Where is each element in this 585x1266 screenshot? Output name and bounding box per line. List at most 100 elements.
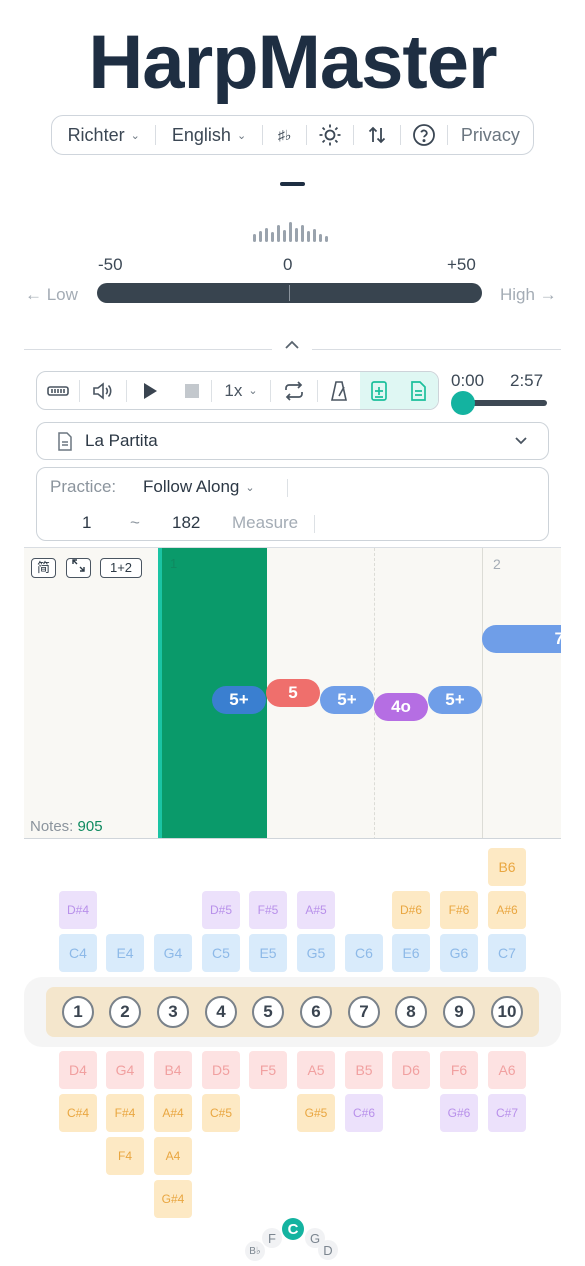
- roll-note: 5+: [428, 686, 482, 714]
- hole-8[interactable]: 8: [395, 996, 427, 1028]
- accidental-toggle[interactable]: ♯♭: [263, 116, 307, 154]
- hole-3[interactable]: 3: [157, 996, 189, 1028]
- chevron-down-icon: [515, 437, 527, 445]
- loop-button[interactable]: [271, 372, 317, 409]
- blow-bend-cell[interactable]: D#4: [59, 891, 97, 929]
- scale-mid: 0: [283, 255, 293, 274]
- practice-mode: Follow Along: [143, 477, 240, 496]
- sort-toggle[interactable]: [354, 116, 400, 154]
- key-option[interactable]: C: [282, 1218, 304, 1240]
- blow-note-cell[interactable]: C5: [202, 934, 240, 972]
- draw-note-cell[interactable]: F6: [440, 1051, 478, 1089]
- chevron-down-icon: ⌄: [236, 129, 247, 142]
- blow-note-cell[interactable]: G4: [154, 934, 192, 972]
- sheet-button[interactable]: [398, 372, 438, 409]
- draw-note-cell[interactable]: D4: [59, 1051, 97, 1089]
- blow-note-cell[interactable]: C4: [59, 934, 97, 972]
- draw-note-cell[interactable]: B4: [154, 1051, 192, 1089]
- hole-5[interactable]: 5: [252, 996, 284, 1028]
- help-button[interactable]: [401, 116, 447, 154]
- play-button[interactable]: [127, 372, 173, 409]
- blow-note-cell[interactable]: G6: [440, 934, 478, 972]
- hole-1[interactable]: 1: [62, 996, 94, 1028]
- draw-note-cell[interactable]: F5: [249, 1051, 287, 1089]
- draw-bend-cell[interactable]: A4: [154, 1137, 192, 1175]
- progress-knob[interactable]: [451, 391, 475, 415]
- stop-button[interactable]: [173, 372, 211, 409]
- language-select[interactable]: English ⌄: [156, 116, 261, 154]
- harmonica-view-button[interactable]: [37, 372, 79, 409]
- blow-bend-cell[interactable]: B6: [488, 848, 526, 886]
- blow-bend-cell[interactable]: D#5: [202, 891, 240, 929]
- draw-bend-cell[interactable]: C#7: [488, 1094, 526, 1132]
- measure-to-input[interactable]: 182: [172, 513, 200, 533]
- total-time: 2:57: [510, 371, 544, 390]
- player-toolbar: 1x ⌄: [36, 371, 439, 410]
- hole-7[interactable]: 7: [348, 996, 380, 1028]
- expand-button[interactable]: [66, 558, 91, 578]
- note-roll[interactable]: 简 1+2 1 2 5+ 5 5+ 4o 5+ 7 Notes: 905: [24, 547, 561, 839]
- draw-bend-cell[interactable]: G#6: [440, 1094, 478, 1132]
- draw-bend-cell[interactable]: G#5: [297, 1094, 335, 1132]
- help-icon: [412, 124, 435, 146]
- draw-note-cell[interactable]: D5: [202, 1051, 240, 1089]
- collapse-button[interactable]: [272, 336, 312, 362]
- draw-note-cell[interactable]: G4: [106, 1051, 144, 1089]
- key-option[interactable]: B♭: [245, 1241, 265, 1261]
- hole-10[interactable]: 10: [491, 996, 523, 1028]
- tuning-select[interactable]: Richter ⌄: [52, 116, 155, 154]
- play-icon: [144, 382, 157, 399]
- add-note-button[interactable]: [360, 372, 398, 409]
- draw-note-cell[interactable]: D6: [392, 1051, 430, 1089]
- metronome-icon: [331, 380, 347, 401]
- measure-number: 1: [170, 556, 178, 571]
- repeat-icon: [285, 380, 303, 401]
- volume-button[interactable]: [80, 372, 126, 409]
- practice-mode-select[interactable]: Follow Along ⌄: [143, 477, 255, 497]
- draw-note-cell[interactable]: A6: [488, 1051, 526, 1089]
- speed-select[interactable]: 1x ⌄: [212, 372, 270, 409]
- blow-note-cell[interactable]: C6: [345, 934, 383, 972]
- draw-bend-cell[interactable]: C#4: [59, 1094, 97, 1132]
- hole-6[interactable]: 6: [300, 996, 332, 1028]
- hole-9[interactable]: 9: [443, 996, 475, 1028]
- draw-bend-cell[interactable]: F#4: [106, 1094, 144, 1132]
- hole-4[interactable]: 4: [205, 996, 237, 1028]
- current-time: 0:00: [451, 371, 485, 390]
- blow-bend-cell[interactable]: F#6: [440, 891, 478, 929]
- language-label: English: [171, 124, 231, 145]
- roll-note: 4o: [374, 693, 428, 721]
- layout-toggle[interactable]: 1+2: [100, 558, 142, 578]
- draw-bend-cell[interactable]: G#4: [154, 1180, 192, 1218]
- draw-bend-cell[interactable]: C#6: [345, 1094, 383, 1132]
- blow-note-cell[interactable]: E4: [106, 934, 144, 972]
- key-option[interactable]: F: [262, 1228, 282, 1248]
- draw-bend-cell[interactable]: F4: [106, 1137, 144, 1175]
- blow-note-cell[interactable]: C7: [488, 934, 526, 972]
- blow-note-cell[interactable]: G5: [297, 934, 335, 972]
- blow-note-cell[interactable]: E5: [249, 934, 287, 972]
- blow-bend-cell[interactable]: D#6: [392, 891, 430, 929]
- book-plus-icon: [371, 380, 387, 401]
- blow-note-cell[interactable]: E6: [392, 934, 430, 972]
- measure-number: 2: [493, 556, 501, 572]
- top-toolbar: Richter ⌄ English ⌄ ♯♭ Privacy: [51, 115, 534, 155]
- blow-bend-cell[interactable]: F#5: [249, 891, 287, 929]
- blow-bend-cell[interactable]: A#5: [297, 891, 335, 929]
- draw-bend-cell[interactable]: C#5: [202, 1094, 240, 1132]
- draw-bend-cell[interactable]: A#4: [154, 1094, 192, 1132]
- key-option[interactable]: D: [318, 1240, 338, 1260]
- stop-icon: [185, 383, 199, 398]
- blow-bend-cell[interactable]: A#6: [488, 891, 526, 929]
- chevron-down-icon: ⌄: [248, 385, 258, 397]
- privacy-link[interactable]: Privacy: [448, 116, 533, 154]
- song-select[interactable]: La Partita: [36, 422, 549, 460]
- theme-toggle[interactable]: [307, 116, 353, 154]
- measure-from-input[interactable]: 1: [82, 513, 91, 533]
- draw-note-cell[interactable]: B5: [345, 1051, 383, 1089]
- simplified-toggle[interactable]: 简: [31, 558, 56, 578]
- hole-2[interactable]: 2: [109, 996, 141, 1028]
- metronome-button[interactable]: [318, 372, 360, 409]
- draw-note-cell[interactable]: A5: [297, 1051, 335, 1089]
- low-label: ← Low: [25, 285, 78, 304]
